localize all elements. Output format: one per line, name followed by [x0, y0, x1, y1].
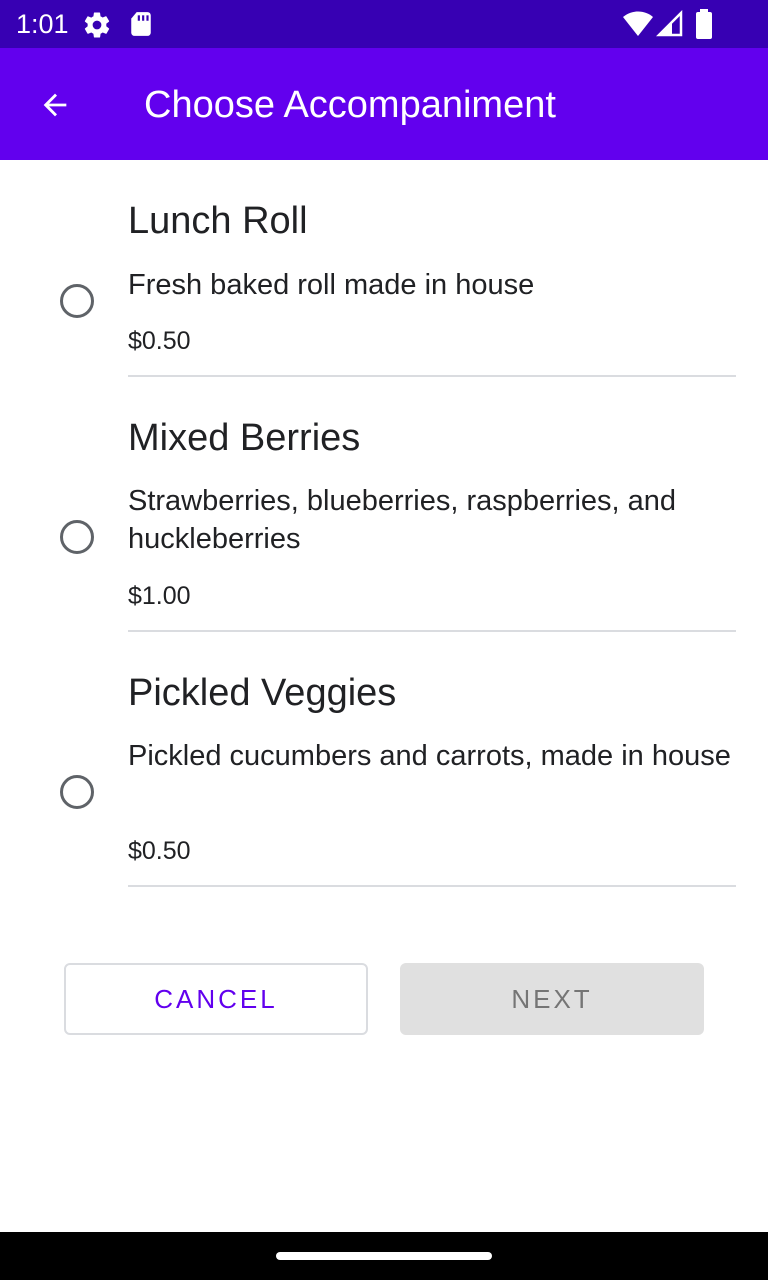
wifi-icon: [623, 11, 653, 36]
app-bar: Choose Accompaniment: [0, 48, 768, 160]
option-price: $1.00: [128, 582, 191, 610]
navigation-bar: [0, 1232, 768, 1280]
option-description: Strawberries, blueberries, raspberries, …: [128, 485, 677, 555]
option-description: Pickled cucumbers and carrots, made in h…: [128, 740, 731, 772]
option-title: Mixed Berries: [128, 417, 361, 459]
cancel-button[interactable]: CANCEL: [64, 963, 368, 1035]
option-title: Lunch Roll: [128, 200, 308, 242]
page-title: Choose Accompaniment: [144, 84, 556, 126]
option-description: Fresh baked roll made in house: [128, 269, 535, 301]
option-price: $0.50: [128, 837, 191, 865]
option-title: Pickled Veggies: [128, 672, 397, 714]
option-item-pickled-veggies[interactable]: Pickled Veggies Pickled cucumbers and ca…: [0, 632, 768, 888]
option-item-lunch-roll[interactable]: Lunch Roll Fresh baked roll made in hous…: [0, 160, 768, 378]
option-item-mixed-berries[interactable]: Mixed Berries Strawberries, blueberries,…: [0, 377, 768, 632]
radio-button[interactable]: [60, 284, 94, 318]
option-price: $0.50: [128, 327, 191, 355]
status-bar: 1:01: [0, 0, 768, 48]
radio-button[interactable]: [60, 520, 94, 554]
status-time: 1:01: [16, 9, 69, 39]
home-gesture-handle[interactable]: [276, 1252, 492, 1260]
radio-button[interactable]: [60, 775, 94, 809]
divider: [128, 885, 736, 887]
back-button[interactable]: [26, 76, 82, 132]
signal-icon: [656, 10, 683, 37]
arrow-back-icon: [43, 93, 67, 117]
next-button[interactable]: NEXT: [400, 963, 704, 1035]
sd-card-icon: [131, 12, 151, 36]
gear-icon: [84, 12, 110, 38]
battery-icon: [696, 9, 712, 39]
